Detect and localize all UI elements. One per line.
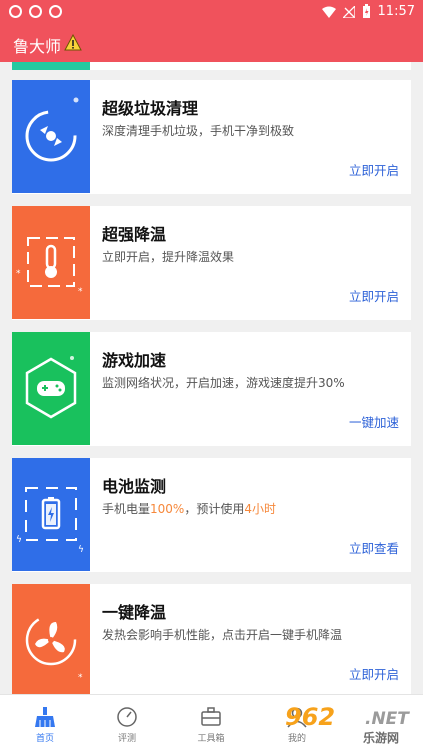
watermark-logo: 962 .NET 乐游网 — [283, 703, 423, 749]
app-title: 鲁大师 — [13, 37, 62, 56]
desc-prefix: 手机电量 — [102, 502, 151, 516]
battery-charging-icon — [362, 4, 370, 18]
tab-toolbox[interactable]: 工具箱 — [166, 695, 256, 752]
card-thumb — [12, 80, 90, 193]
card-title: 一键降温 — [102, 603, 167, 622]
tab-label: 首页 — [35, 734, 54, 744]
feature-card-cooling[interactable]: * * 超强降温 立即开启，提升降温效果 立即开启 — [12, 206, 411, 320]
feature-card-game-boost[interactable]: 游戏加速 监测网络状况，开启加速，游戏速度提升30% 一键加速 — [12, 332, 411, 446]
feature-list: 超级垃圾清理 深度清理手机垃圾，手机干净到极致 立即开启 * * 超强降温 立即… — [0, 62, 423, 694]
cleanup-disk-icon — [25, 97, 79, 162]
app-bar: 鲁大师 — [0, 24, 423, 62]
notification-icon — [9, 5, 22, 18]
svg-text:ϟ: ϟ — [78, 545, 84, 555]
wifi-icon — [321, 6, 336, 18]
svg-text:*: * — [78, 673, 83, 683]
status-bar: 11:57 — [0, 0, 423, 24]
watermark-sub: 乐游网 — [363, 731, 400, 745]
svg-text:*: * — [78, 287, 83, 297]
view-button[interactable]: 立即查看 — [349, 538, 399, 557]
card-thumb: * — [12, 584, 90, 694]
boost-button[interactable]: 一键加速 — [349, 412, 399, 431]
enable-button[interactable]: 立即开启 — [349, 286, 399, 305]
thermometer-icon: * * — [16, 237, 83, 297]
gamepad-icon — [25, 356, 77, 419]
gauge-icon — [117, 707, 137, 727]
warning-icon[interactable] — [64, 34, 82, 52]
fan-icon: * — [25, 614, 83, 683]
card-title: 电池监测 — [102, 477, 167, 496]
battery-icon: ϟ ϟ — [16, 487, 84, 555]
usage-time: 4小时 — [244, 502, 276, 516]
card-desc: 手机电量100%，预计使用4小时 — [102, 500, 276, 517]
tab-benchmark[interactable]: 评测 — [82, 695, 172, 752]
status-time: 11:57 — [377, 4, 415, 19]
svg-text:ϟ: ϟ — [16, 535, 22, 545]
notification-icon — [49, 5, 62, 18]
card-desc: 深度清理手机垃圾，手机干净到极致 — [102, 124, 295, 138]
feature-card-partial[interactable] — [12, 62, 411, 70]
card-thumb — [12, 62, 90, 70]
tab-home[interactable]: 首页 — [0, 695, 90, 752]
no-signal-icon — [342, 5, 355, 18]
battery-level: 100% — [150, 502, 185, 516]
tab-label: 评测 — [117, 734, 136, 744]
card-thumb — [12, 332, 90, 445]
notification-icons — [9, 5, 62, 18]
card-desc: 立即开启，提升降温效果 — [102, 250, 235, 264]
desc-middle: ，预计使用 — [184, 502, 245, 516]
watermark-brand: 962 — [285, 703, 336, 731]
card-thumb: * * — [12, 206, 90, 319]
tab-label: 工具箱 — [197, 734, 225, 744]
notification-icon — [29, 5, 42, 18]
card-desc: 监测网络状况，开启加速，游戏速度提升30% — [102, 376, 345, 390]
feature-card-battery[interactable]: ϟ ϟ 电池监测 手机电量100%，预计使用4小时 立即查看 — [12, 458, 411, 572]
enable-button[interactable]: 立即开启 — [349, 160, 399, 179]
svg-text:*: * — [16, 269, 21, 279]
feature-card-cleanup[interactable]: 超级垃圾清理 深度清理手机垃圾，手机干净到极致 立即开启 — [12, 80, 411, 194]
card-desc: 发热会影响手机性能，点击开启一键手机降温 — [102, 628, 343, 642]
enable-button[interactable]: 立即开启 — [349, 664, 399, 683]
card-title: 超级垃圾清理 — [102, 99, 199, 118]
feature-card-quick-cooling[interactable]: * 一键降温 发热会影响手机性能，点击开启一键手机降温 立即开启 — [12, 584, 411, 694]
watermark-suffix: .NET — [365, 709, 409, 729]
card-thumb: ϟ ϟ — [12, 458, 90, 571]
card-title: 游戏加速 — [102, 351, 167, 370]
toolbox-icon — [201, 707, 221, 726]
home-broom-icon — [35, 707, 55, 727]
card-title: 超强降温 — [102, 225, 167, 244]
